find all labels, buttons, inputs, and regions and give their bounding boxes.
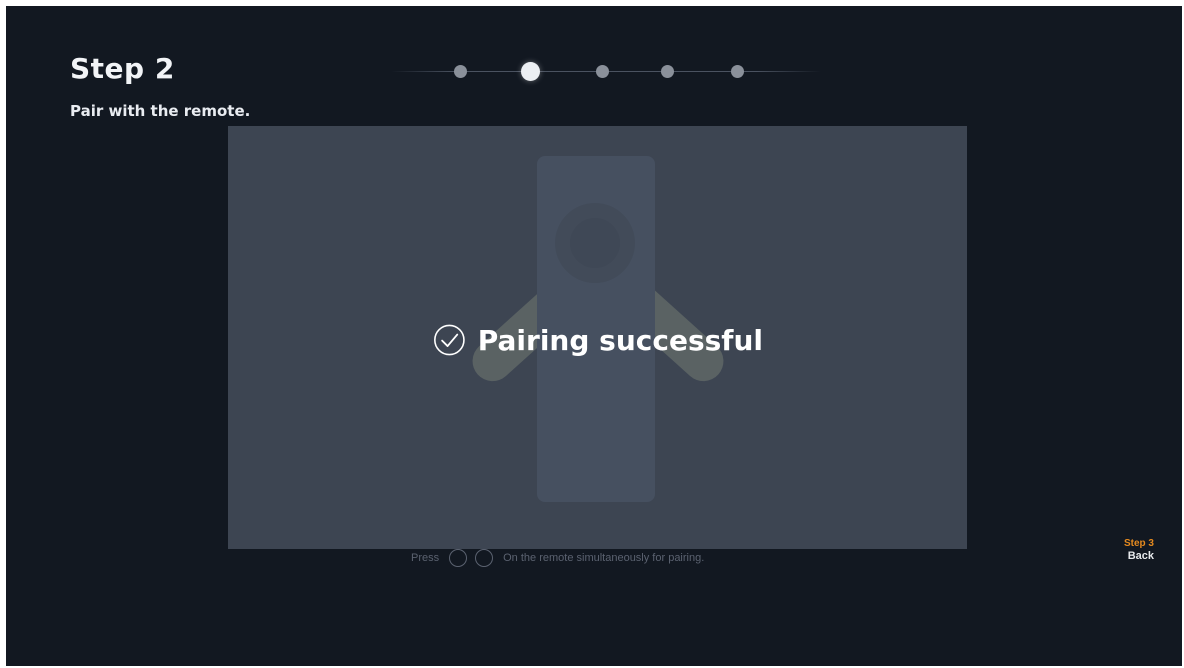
step-dot-5 [731,65,744,78]
step-dot-4 [661,65,674,78]
page-subtitle: Pair with the remote. [70,102,251,120]
instruction-prefix: Press [411,552,440,564]
remote-center-button [570,218,620,268]
next-step-button[interactable]: Step 3 [1114,538,1154,549]
remote-button-icon-1 [449,549,468,567]
page-title: Step 2 [70,52,175,85]
setup-screen: Step 2 Pair with the remote. Pairing suc… [6,6,1182,666]
pairing-illustration-panel: Pairing successful [228,126,967,549]
step-dot-3 [596,65,609,78]
step-dot-1 [454,65,467,78]
step-dot-2-current [521,62,540,81]
remote-dpad-ring [555,203,635,283]
pairing-status-message: Pairing successful [477,323,763,357]
step-progress-indicator [391,62,821,82]
instruction-suffix: On the remote simultaneously for pairing… [503,552,705,564]
remote-button-icon-2 [475,549,494,567]
side-navigation: Step 3 Back [1114,538,1154,562]
check-circle-icon [434,324,465,356]
pairing-status: Pairing successful [433,312,763,368]
back-button[interactable]: Back [1114,550,1154,562]
pairing-instruction: Press On the remote simultaneously for p… [411,548,704,568]
